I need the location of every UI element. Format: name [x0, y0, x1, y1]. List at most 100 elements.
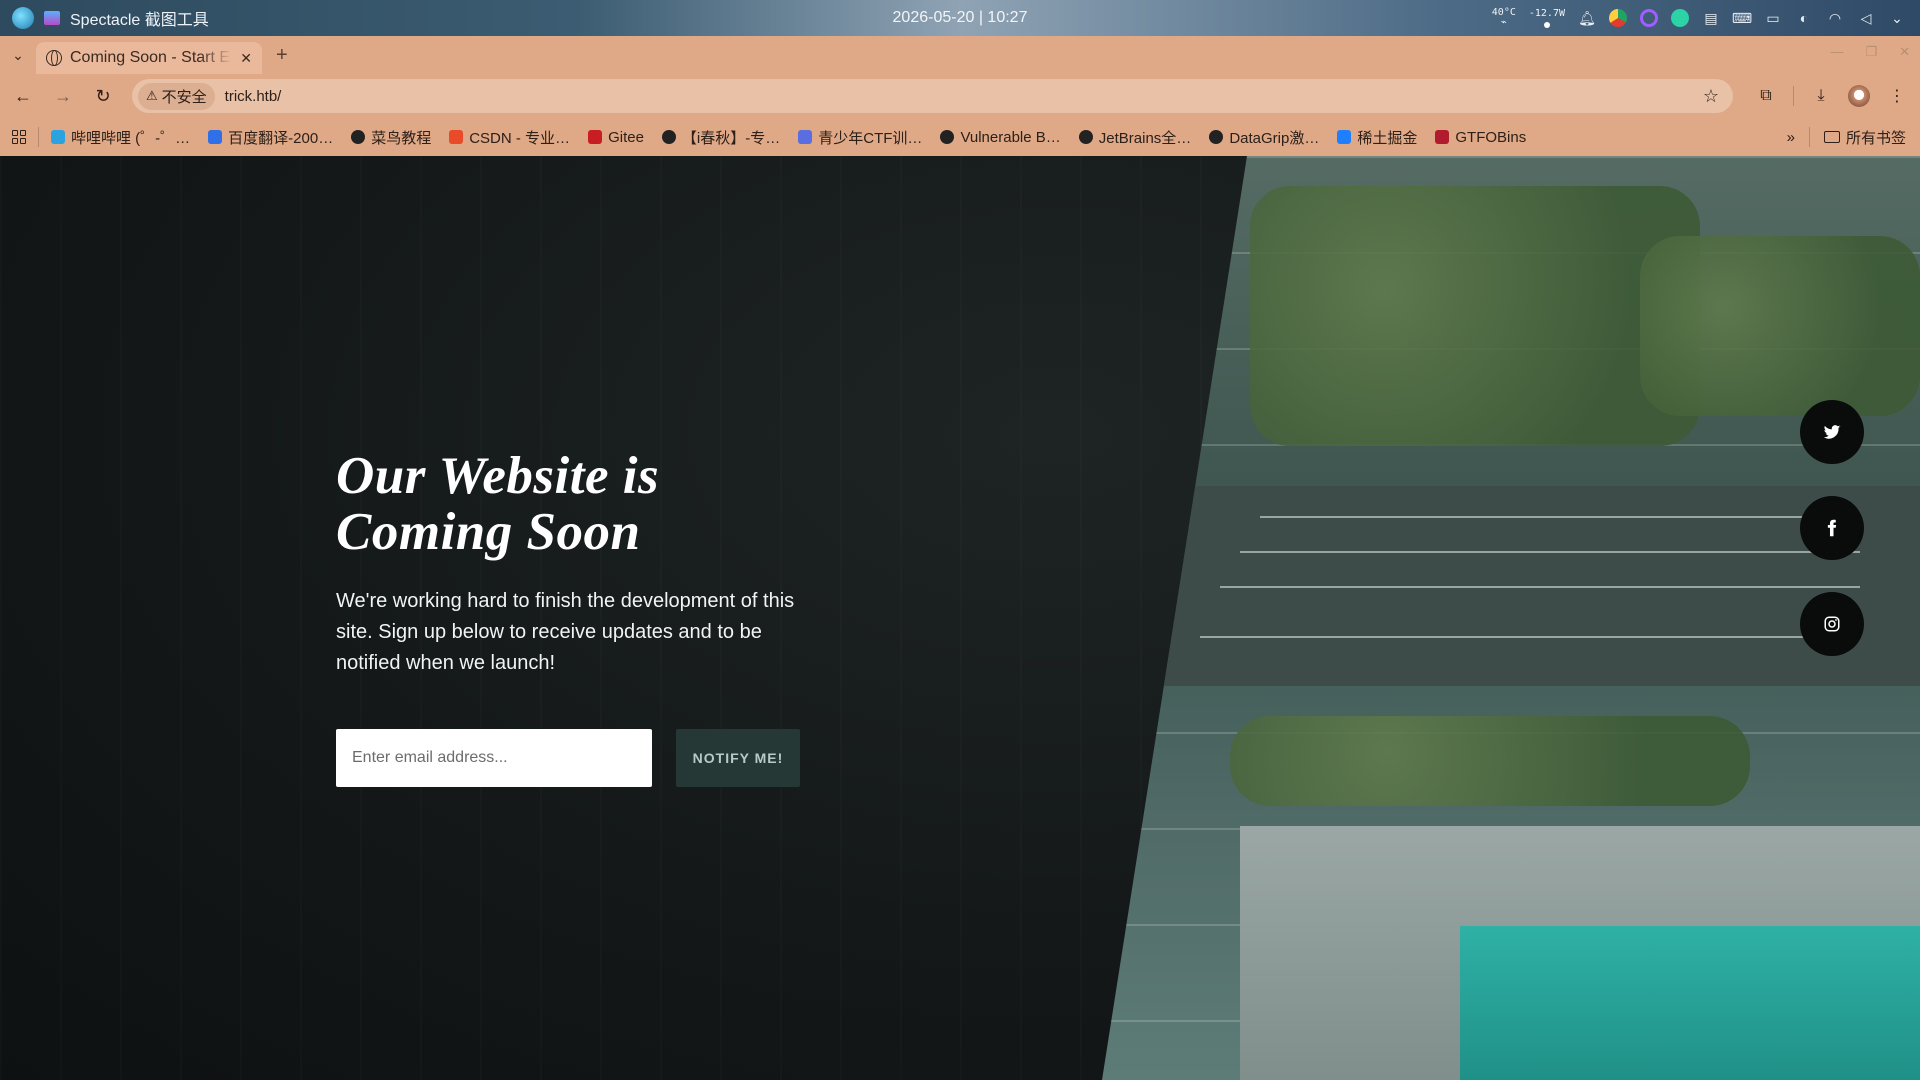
bookmark-star-icon[interactable]: ☆: [1703, 86, 1719, 107]
desktop-launcher-icon[interactable]: [12, 7, 34, 29]
tree-cluster: [1250, 186, 1700, 446]
wifi-icon[interactable]: ◠: [1826, 9, 1844, 27]
back-button[interactable]: ←: [10, 83, 36, 109]
instagram-button[interactable]: [1800, 592, 1864, 656]
power-dot-icon: [1543, 21, 1550, 28]
bell-icon[interactable]: 🔔︎: [1578, 9, 1596, 27]
ring-icon[interactable]: [1640, 9, 1658, 27]
volume-icon[interactable]: ◁: [1857, 9, 1875, 27]
monitor-icon[interactable]: ▭: [1764, 9, 1782, 27]
bookmark-favicon-icon: [351, 130, 366, 144]
notify-form: NOTIFY ME!: [336, 729, 816, 787]
browser-chrome: ⌄ Coming Soon - Start E ✕ + — ❐ ✕ ← → ↻ …: [0, 36, 1920, 156]
bookmark-favicon-icon: [798, 130, 813, 144]
notify-button[interactable]: NOTIFY ME!: [676, 729, 800, 787]
bookmarks-divider-right: [1808, 127, 1810, 147]
bookmark-item[interactable]: GTFOBins: [1435, 129, 1526, 146]
cpu-icon[interactable]: ◐: [1795, 9, 1813, 27]
bookmark-item[interactable]: JetBrains全…: [1078, 127, 1191, 148]
bookmark-item[interactable]: 百度翻译-200…: [208, 127, 333, 148]
temperature-indicator[interactable]: 40°C ⌁: [1492, 8, 1516, 28]
bookmark-label: 菜鸟教程: [371, 129, 432, 147]
lane-marking: [1240, 551, 1860, 553]
warning-icon: ⚠: [146, 88, 158, 103]
bookmark-item[interactable]: 稀土掘金: [1337, 127, 1417, 148]
bookmarks-divider: [38, 127, 39, 147]
profile-avatar[interactable]: [1848, 85, 1870, 107]
more-bookmarks-chevron-icon[interactable]: »: [1787, 129, 1795, 146]
bookmark-favicon-icon: [449, 130, 464, 144]
bookmark-favicon-icon: [661, 130, 676, 144]
extensions-icon[interactable]: ⧉: [1753, 83, 1779, 109]
reload-button[interactable]: ↻: [90, 83, 116, 109]
bookmark-label: CSDN - 专业…: [469, 129, 571, 147]
os-top-panel: Spectacle 截图工具 2026-05-20 | 10:27 40°C ⌁…: [0, 0, 1920, 36]
security-indicator[interactable]: ⚠ 不安全: [138, 82, 215, 110]
bookmark-label: 哔哩哔哩 (゜-゜…: [71, 129, 191, 147]
keyboard-icon[interactable]: ⌨: [1732, 9, 1752, 27]
maximize-icon[interactable]: ❐: [1865, 44, 1877, 60]
bookmark-favicon-icon: [1209, 130, 1224, 144]
email-field[interactable]: [336, 729, 652, 787]
bookmark-label: 青少年CTF训…: [818, 129, 923, 147]
window-controls: — ❐ ✕: [1830, 44, 1910, 60]
bookmark-item[interactable]: Gitee: [588, 129, 644, 146]
all-bookmarks-button[interactable]: 所有书签: [1823, 127, 1906, 148]
bookmark-label: 【i春秋】-专…: [681, 129, 781, 147]
browser-toolbar: ← → ↻ ⚠ 不安全 trick.htb/ ☆ ⧉ ⤓ ⋮: [0, 74, 1920, 118]
facebook-button[interactable]: [1800, 496, 1864, 560]
url-text[interactable]: trick.htb/: [225, 88, 1693, 105]
twitter-icon: [1823, 425, 1841, 439]
power-value: -12.7W: [1528, 7, 1565, 19]
power-indicator[interactable]: -12.7W: [1528, 7, 1565, 28]
bookmark-item[interactable]: DataGrip激…: [1209, 127, 1319, 148]
bookmarks-bar: 哔哩哔哩 (゜-゜… 百度翻译-200… 菜鸟教程 CSDN - 专业… Gitee 【i…: [0, 118, 1920, 156]
bookmark-item[interactable]: Vulnerable B…: [940, 129, 1061, 146]
apps-grid-icon[interactable]: [12, 130, 26, 144]
page-title: Our Website is Coming Soon: [336, 447, 660, 561]
forward-button[interactable]: →: [50, 83, 76, 109]
chevron-down-icon[interactable]: ⌄: [1888, 9, 1906, 27]
folder-icon: [1823, 131, 1840, 143]
clipboard-icon[interactable]: ▤: [1702, 9, 1720, 27]
spectacle-icon: [44, 11, 60, 25]
bookmark-item[interactable]: 青少年CTF训…: [798, 127, 922, 148]
bookmark-favicon-icon: [1435, 130, 1450, 144]
address-bar[interactable]: ⚠ 不安全 trick.htb/ ☆: [132, 79, 1733, 113]
lane-marking: [1220, 586, 1860, 588]
tab-title: Coming Soon - Start E: [70, 49, 231, 66]
bookmark-item[interactable]: 【i春秋】-专…: [661, 127, 781, 148]
download-icon[interactable]: ⤓: [1808, 83, 1834, 109]
page-description: We're working hard to finish the develop…: [336, 590, 795, 674]
bookmark-favicon-icon: [588, 130, 603, 144]
chromium-icon[interactable]: [1609, 9, 1627, 27]
minimize-icon[interactable]: —: [1830, 44, 1843, 60]
instagram-icon: [1824, 616, 1840, 632]
bookmark-favicon-icon: [1078, 130, 1093, 144]
security-label: 不安全: [161, 88, 207, 106]
system-clock[interactable]: 2026-05-20 | 10:27: [893, 9, 1028, 27]
tab-search-button[interactable]: ⌄: [0, 47, 36, 64]
bookmark-item[interactable]: 菜鸟教程: [351, 127, 431, 148]
close-icon[interactable]: ✕: [240, 50, 252, 67]
bookmark-favicon-icon: [940, 130, 955, 144]
bookmark-item[interactable]: CSDN - 专业…: [449, 127, 570, 148]
x-app-icon[interactable]: [1671, 9, 1689, 27]
tree-cluster: [1230, 716, 1750, 806]
tab-active[interactable]: Coming Soon - Start E ✕: [36, 42, 262, 74]
close-window-icon[interactable]: ✕: [1899, 44, 1910, 60]
aerial-pool: [1460, 926, 1920, 1080]
bookmark-label: 稀土掘金: [1357, 129, 1418, 147]
globe-icon: [46, 50, 62, 66]
new-tab-button[interactable]: +: [276, 44, 288, 67]
bookmark-label: GTFOBins: [1455, 128, 1527, 146]
bookmark-label: Gitee: [608, 128, 644, 146]
fan-icon: ⌁: [1500, 17, 1507, 28]
twitter-button[interactable]: [1800, 400, 1864, 464]
tab-strip: ⌄ Coming Soon - Start E ✕ + — ❐ ✕: [0, 36, 1920, 74]
lane-marking: [1200, 636, 1860, 638]
toolbar-divider: [1793, 86, 1794, 106]
menu-kebab-icon[interactable]: ⋮: [1884, 83, 1910, 109]
lane-marking: [1260, 516, 1860, 518]
bookmark-item[interactable]: 哔哩哔哩 (゜-゜…: [51, 127, 190, 148]
